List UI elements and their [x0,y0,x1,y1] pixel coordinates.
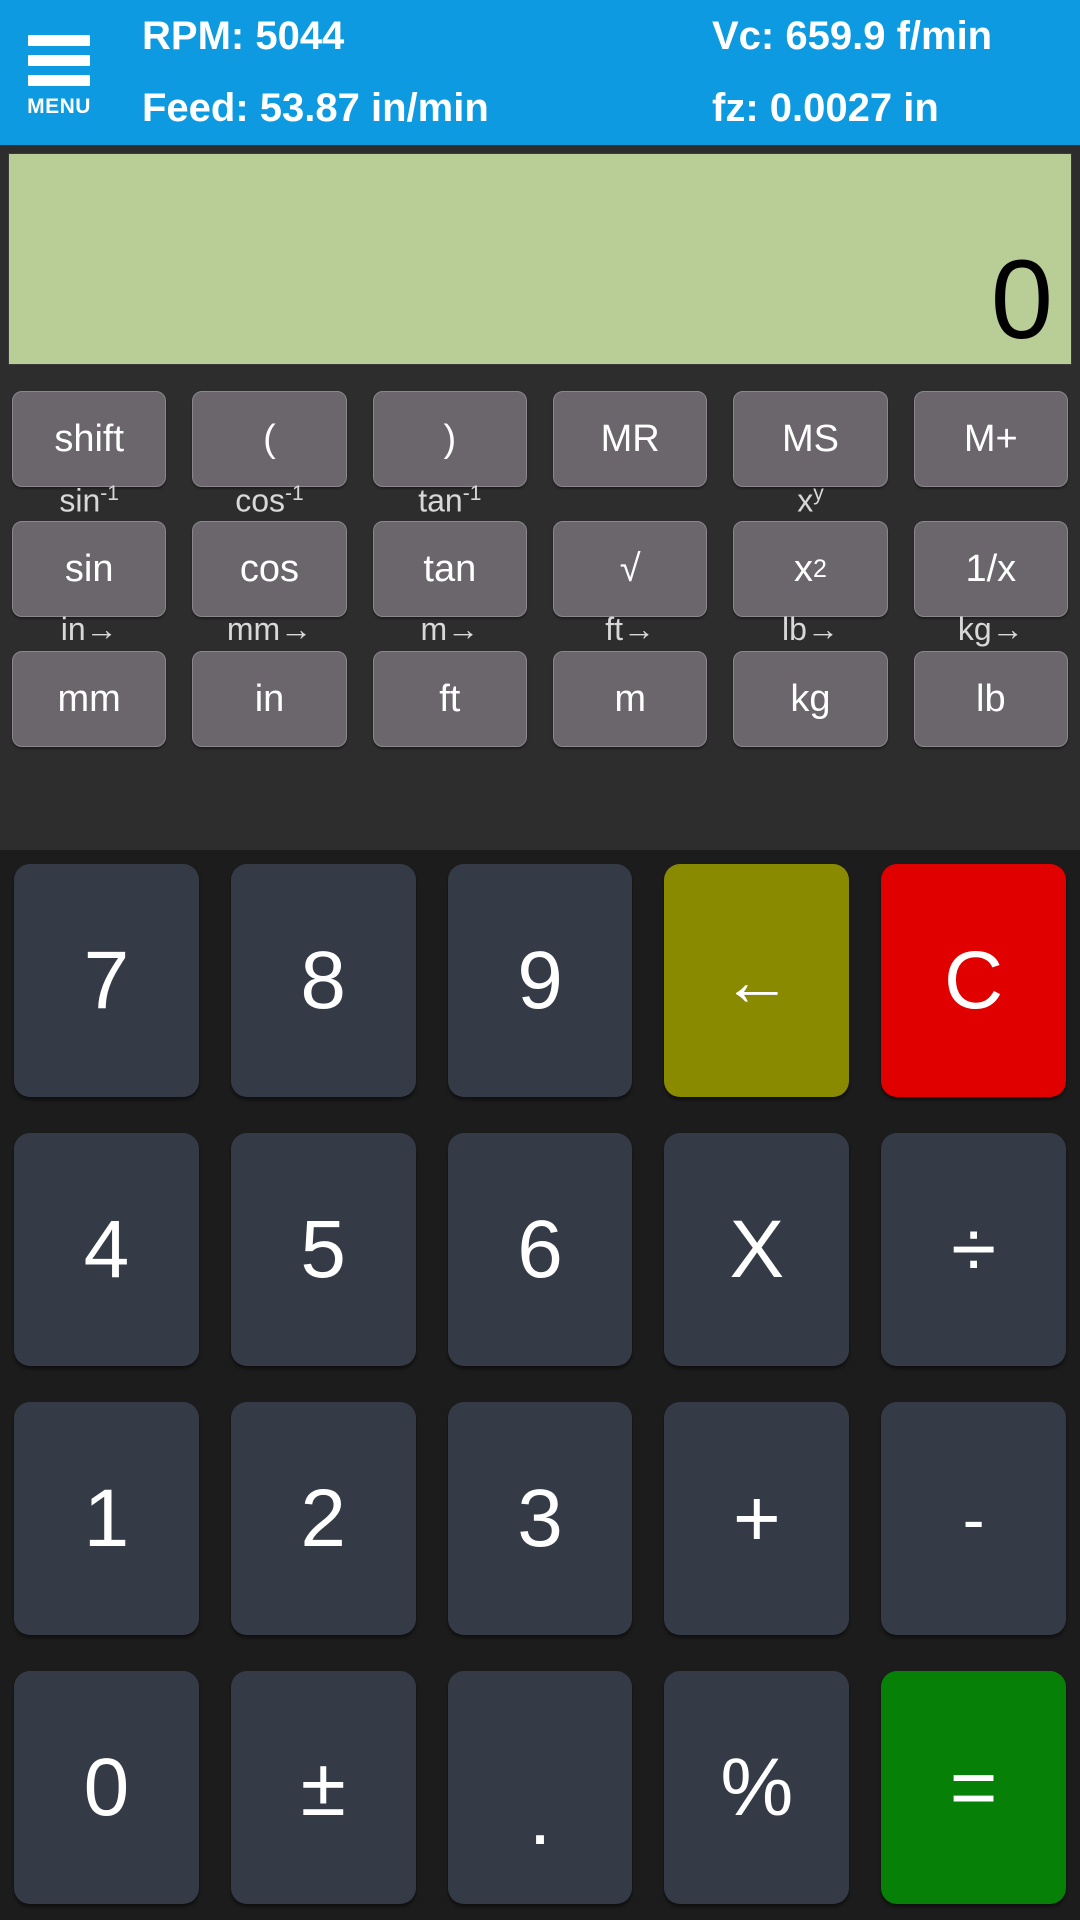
function-cell-tan: tan-1 tan [372,483,527,617]
shift-label-ft: m→ [420,611,480,647]
shift-label-lb: kg→ [957,611,1024,647]
function-button-lb[interactable]: lb [913,651,1068,747]
key-digit-5[interactable]: 5 [230,1133,416,1366]
key-digit-0[interactable]: 0 [14,1671,199,1904]
readout-rpm: RPM: 5044 [142,13,345,58]
key-minus[interactable]: - [881,1402,1066,1635]
readout-fz: fz: 0.0027 in [712,86,939,131]
function-button-open-paren[interactable]: ( [192,391,347,487]
function-cell-shift: shift [12,391,167,487]
shift-label-in: mm→ [226,611,313,647]
function-row-3: in→ mm mm→ in m→ ft ft→ m lb→ kg kg→ lb [12,613,1068,747]
function-button-memory-add[interactable]: M+ [913,391,1068,487]
function-button-mm[interactable]: mm [12,651,167,747]
function-cell-cos: cos-1 cos [192,483,347,617]
function-button-mr[interactable]: MR [552,391,708,487]
shift-label-m: ft→ [605,611,656,647]
key-digit-7[interactable]: 7 [14,864,199,1097]
app-header: MENU RPM: 5044 Vc: 659.9 f/min Feed: 53.… [0,0,1080,145]
key-backspace[interactable]: ← [664,864,850,1097]
shift-label-cos: cos-1 [235,482,304,519]
function-button-in[interactable]: in [192,651,347,747]
hamburger-menu-icon-bar-3 [28,74,90,86]
display-value: 0 [990,237,1053,362]
numeric-keypad: 7 8 9 ← C 4 5 6 X ÷ 1 2 3 + - 0 ±.% = [0,850,1080,1920]
function-cell-m: ft→ m [552,613,708,747]
function-cell-: ) [372,391,527,487]
key-digit-9[interactable]: 9 [447,864,633,1097]
function-button-sqrt[interactable]: √ [552,521,708,617]
function-cell-1-x: 1/x [913,521,1068,617]
function-button-kg[interactable]: kg [733,651,888,747]
function-cell-lb: kg→ lb [913,613,1068,747]
function-cell-: √ [552,521,708,617]
key-multiply[interactable]: X [664,1133,850,1366]
function-cell-mr: MR [552,391,708,487]
function-cell-in: mm→ in [192,613,347,747]
function-cell-m: M+ [913,391,1068,487]
key-digit-8[interactable]: 8 [230,864,416,1097]
hamburger-menu-button[interactable]: MENU [0,0,118,145]
function-button-cos[interactable]: cos [192,521,347,617]
function-button-x-squared[interactable]: x2 [733,521,888,617]
key-plus[interactable]: + [664,1402,850,1635]
hamburger-menu-icon-bar-1 [28,34,90,46]
menu-label: MENU [27,94,91,118]
function-cell-ms: MS [733,391,888,487]
function-row-2: sin-1 sin cos-1 cos tan-1 tan √ xy x 2 1/x [12,483,1068,617]
shift-label-tan: tan-1 [418,482,482,519]
shift-label-kg: lb→ [782,611,839,647]
shift-label-mm: in→ [60,611,118,647]
calculator-display[interactable]: 0 [8,153,1072,365]
key-decimal-point[interactable]: . [447,1671,633,1904]
key-digit-6[interactable]: 6 [447,1133,633,1366]
key-digit-3[interactable]: 3 [447,1402,633,1635]
function-button-sin[interactable]: sin [12,521,167,617]
key-clear[interactable]: C [881,864,1066,1097]
function-cell-: ( [192,391,347,487]
hamburger-menu-icon-bar-2 [28,54,90,66]
key-digit-1[interactable]: 1 [14,1402,199,1635]
readout-vc: Vc: 659.9 f/min [712,13,993,58]
function-keypad: shift() MR MS M+ sin-1 sin cos-1 cos tan-1 tan √ x… [0,377,1080,850]
function-cell-sin: sin-1 sin [12,483,167,617]
function-cell-mm: in→ mm [12,613,167,747]
function-button-close-paren[interactable]: ) [372,391,527,487]
function-cell-ft: m→ ft [372,613,527,747]
function-button-m[interactable]: m [552,651,708,747]
shift-label-x2: xy [797,482,824,519]
shift-label-sin: sin-1 [59,482,119,519]
function-row-1: shift () MR MS M+ [12,391,1068,487]
display-container: 0 [0,145,1080,377]
key-percent[interactable]: % [664,1671,850,1904]
function-button-shift[interactable]: shift [12,391,167,487]
function-button-ft[interactable]: ft [372,651,527,747]
function-cell-x2: xy x 2 [733,483,888,617]
function-button-ms[interactable]: MS [733,391,888,487]
key-plus-minus[interactable]: ± [230,1671,416,1904]
readout-feed: Feed: 53.87 in/min [142,86,489,131]
function-cell-kg: lb→ kg [733,613,888,747]
key-digit-2[interactable]: 2 [230,1402,416,1635]
key-digit-4[interactable]: 4 [14,1133,199,1366]
function-button-tan[interactable]: tan [372,521,527,617]
key-equals[interactable]: = [881,1671,1066,1904]
function-button-reciprocal[interactable]: 1/x [913,521,1068,617]
key-divide[interactable]: ÷ [881,1133,1066,1366]
machining-readouts: RPM: 5044 Vc: 659.9 f/min Feed: 53.87 in… [118,0,1080,145]
